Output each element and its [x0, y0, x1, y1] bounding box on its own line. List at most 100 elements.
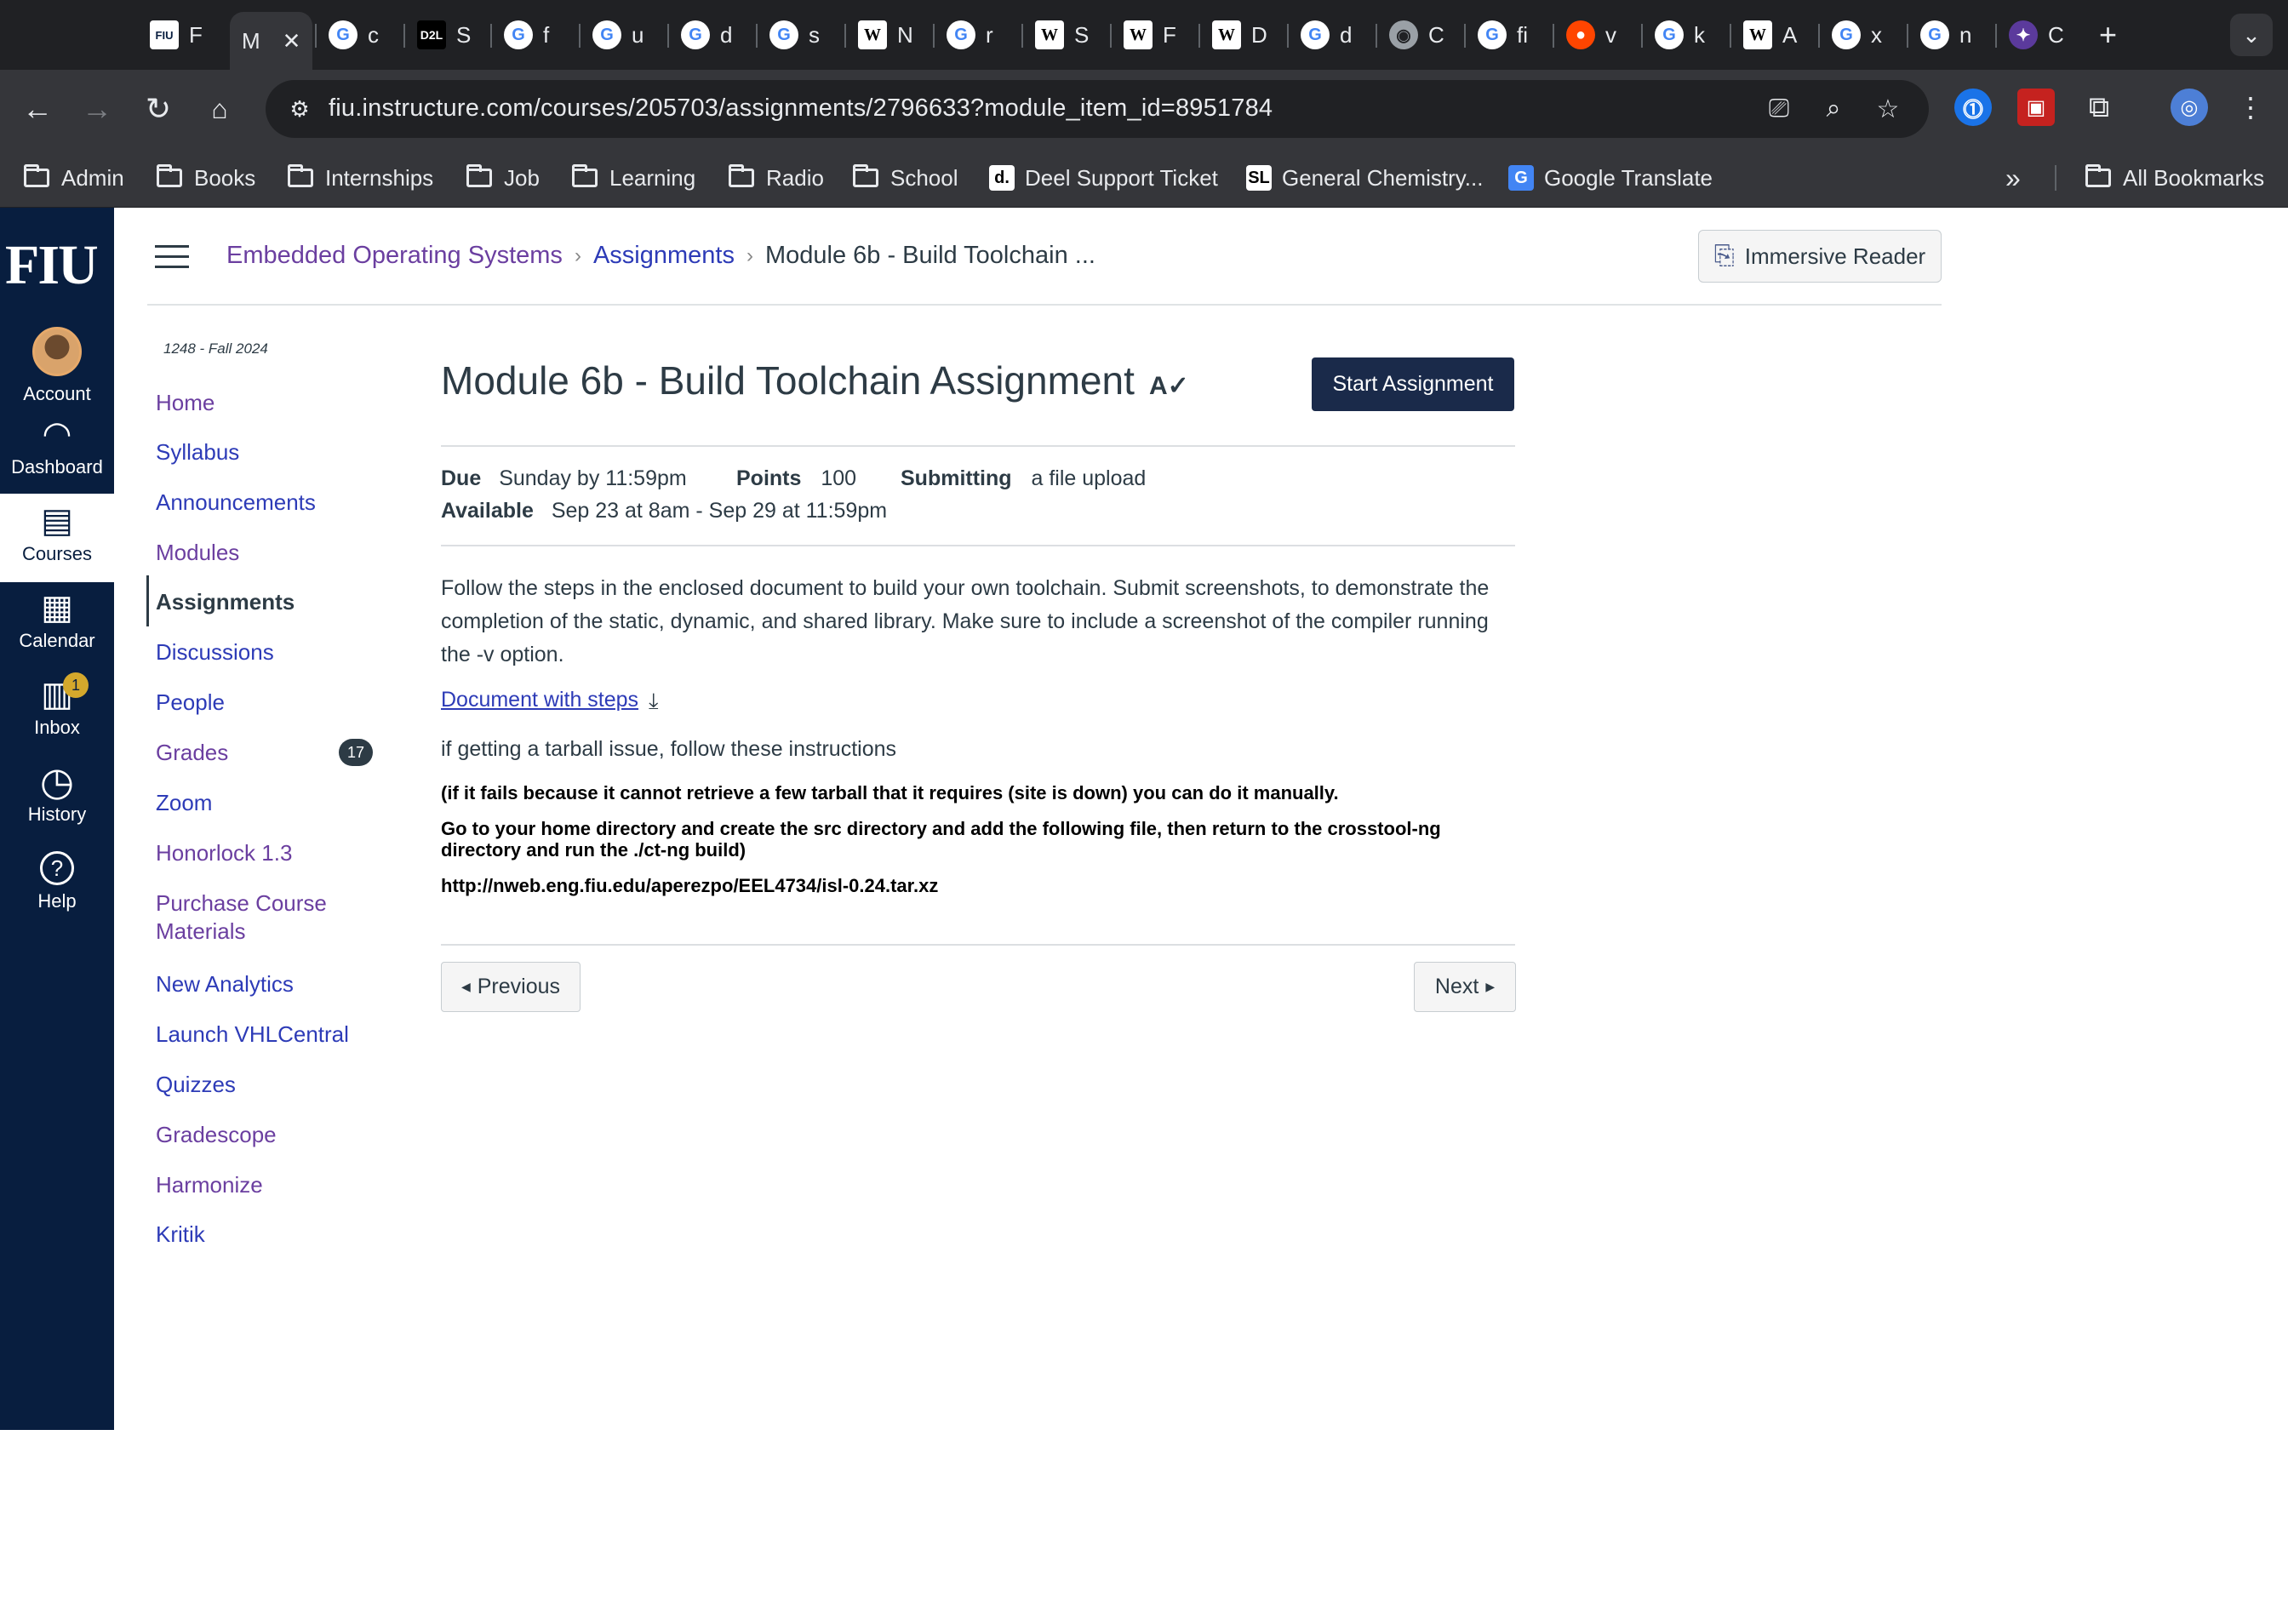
back-icon[interactable]: ←	[17, 89, 58, 129]
browser-tab[interactable]: M ✕	[230, 12, 313, 70]
tab-title: c	[368, 21, 379, 48]
browser-tab[interactable]: Gr	[947, 14, 993, 56]
browser-tab[interactable]: Gfi	[1478, 14, 1528, 56]
tab-title: n	[1959, 21, 1972, 48]
folder-icon	[729, 164, 754, 187]
global-nav-history[interactable]: ◷ History	[0, 759, 114, 844]
browser-tab[interactable]: WA	[1743, 14, 1797, 56]
browser-tab[interactable]: Gk	[1655, 14, 1705, 56]
document-link[interactable]: Document with steps	[441, 688, 638, 712]
bookmark-star-icon[interactable]: ☆	[1871, 92, 1905, 126]
tab-close-icon[interactable]: ✕	[283, 28, 301, 54]
breadcrumb-course[interactable]: Embedded Operating Systems	[226, 242, 563, 270]
forward-icon[interactable]: →	[77, 89, 117, 129]
tab-title: s	[809, 21, 820, 48]
course-nav-syllabus[interactable]: Syllabus	[156, 439, 239, 466]
course-nav-quizzes[interactable]: Quizzes	[156, 1072, 236, 1098]
url-text[interactable]: fiu.instructure.com/courses/205703/assig…	[329, 94, 1273, 123]
download-icon[interactable]: ⤓	[649, 688, 659, 715]
home-icon[interactable]: ⌂	[199, 89, 240, 129]
extensions-puzzle-icon[interactable]: ⧉	[2080, 89, 2118, 126]
browser-tab[interactable]: D2L S	[417, 14, 471, 56]
all-bookmarks[interactable]: All Bookmarks	[2085, 162, 2264, 194]
install-app-icon[interactable]: ⎚	[1762, 92, 1796, 126]
course-nav-new-analytics[interactable]: New Analytics	[156, 971, 294, 998]
bookmark-admin[interactable]: Admin	[24, 162, 124, 194]
breadcrumb-assignments[interactable]: Assignments	[593, 242, 735, 270]
global-nav-label: Dashboard	[11, 456, 103, 477]
browser-tab[interactable]: WD	[1212, 14, 1267, 56]
reload-icon[interactable]: ↻	[138, 89, 179, 129]
browser-tab[interactable]: WN	[858, 14, 913, 56]
course-nav-announcements[interactable]: Announcements	[156, 489, 316, 516]
collapse-nav-icon[interactable]: ⇤	[34, 1588, 60, 1624]
tab-separator	[1995, 24, 1997, 48]
profile-icon[interactable]: ◎	[2171, 89, 2208, 126]
browser-tab[interactable]: Gs	[769, 14, 820, 56]
global-nav-courses[interactable]: ▤ Courses	[0, 494, 114, 582]
browser-tab[interactable]: ◉ C	[1389, 14, 1444, 56]
bookmark-internships[interactable]: Internships	[288, 162, 433, 194]
course-nav-people[interactable]: People	[156, 689, 225, 716]
bookmark-label: Learning	[609, 164, 696, 191]
course-nav-home[interactable]: Home	[156, 390, 214, 416]
site-info-icon[interactable]: ⚙	[283, 92, 317, 126]
global-nav-inbox[interactable]: ▥ Inbox 1	[0, 672, 114, 758]
course-nav-assignments[interactable]: Assignments	[156, 589, 295, 615]
global-nav-calendar[interactable]: ▦ Calendar	[0, 586, 114, 671]
inbox-unread-badge: 1	[63, 672, 89, 698]
global-nav-dashboard[interactable]: ◠ Dashboard	[0, 412, 114, 497]
zoom-icon[interactable]: ⌕	[1816, 92, 1850, 126]
browser-tab[interactable]: ● v	[1566, 14, 1616, 56]
browser-tab[interactable]: Gd	[681, 14, 732, 56]
browser-tab[interactable]: Gx	[1832, 14, 1882, 56]
browser-tab[interactable]: Gu	[592, 14, 644, 56]
bookmark-learning[interactable]: Learning	[572, 162, 695, 194]
global-nav-account[interactable]: Account	[0, 327, 114, 412]
bookmark-school[interactable]: School	[853, 162, 958, 194]
course-nav-grades[interactable]: Grades	[156, 740, 228, 766]
browser-tab[interactable]: Gc	[329, 14, 379, 56]
course-nav-zoom[interactable]: Zoom	[156, 790, 212, 816]
courses-icon: ▤	[41, 502, 73, 540]
browser-tab[interactable]: ✦ C	[2009, 14, 2064, 56]
browser-tab[interactable]: Gn	[1920, 14, 1971, 56]
password-manager-extension-icon[interactable]: ⓵	[1954, 89, 1992, 126]
course-nav-harmonize[interactable]: Harmonize	[156, 1172, 263, 1198]
bookmark-job[interactable]: Job	[466, 162, 540, 194]
bookmark-google-translate[interactable]: G Google Translate	[1508, 162, 1713, 194]
fiu-logo[interactable]: FIU	[5, 233, 99, 298]
more-bookmarks-icon[interactable]: »	[2005, 162, 2021, 194]
tarball-url: http://nweb.eng.fiu.edu/aperezpo/EEL4734…	[441, 875, 939, 896]
bookmark-label: Books	[194, 164, 256, 191]
course-nav-discussions[interactable]: Discussions	[156, 639, 274, 666]
global-nav-help[interactable]: ? Help	[0, 846, 114, 931]
bookmark-radio[interactable]: Radio	[729, 162, 824, 194]
red-extension-icon[interactable]: ▣	[2017, 89, 2055, 126]
browser-tab[interactable]: WS	[1035, 14, 1089, 56]
bookmark-general-chemistry[interactable]: SL General Chemistry...	[1246, 162, 1483, 194]
course-nav-honorlock-1-3[interactable]: Honorlock 1.3	[156, 840, 292, 866]
start-assignment-button[interactable]: Start Assignment	[1312, 357, 1514, 411]
browser-tab[interactable]: WF	[1124, 14, 1176, 56]
tab-title: u	[632, 21, 644, 48]
immersive-reader-button[interactable]: ⎘ Immersive Reader	[1698, 230, 1942, 283]
browser-tab[interactable]: Gf	[504, 14, 549, 56]
tab-search-icon[interactable]: ⌄	[2230, 14, 2273, 56]
new-tab-icon[interactable]: +	[2099, 14, 2117, 56]
course-nav-gradescope[interactable]: Gradescope	[156, 1122, 277, 1148]
course-nav-purchase-course-materials[interactable]: Purchase Course Materials	[156, 889, 343, 946]
next-button[interactable]: Next ▶	[1414, 962, 1516, 1012]
address-bar[interactable]: ⚙ fiu.instructure.com/courses/205703/ass…	[266, 80, 1929, 138]
browser-tab[interactable]: FIU F	[150, 14, 203, 56]
browser-menu-icon[interactable]: ⋮	[2232, 89, 2269, 126]
bookmark-books[interactable]: Books	[157, 162, 255, 194]
accessibility-text-icon[interactable]: A✓	[1149, 371, 1189, 401]
course-nav-launch-vhlcentral[interactable]: Launch VHLCentral	[156, 1021, 349, 1048]
course-nav-modules[interactable]: Modules	[156, 540, 239, 566]
bookmark-deel-support-ticket[interactable]: d. Deel Support Ticket	[989, 162, 1218, 194]
previous-button[interactable]: ◀ Previous	[441, 962, 581, 1012]
course-nav-kritik[interactable]: Kritik	[156, 1221, 205, 1248]
course-menu-toggle-icon[interactable]	[155, 245, 189, 271]
browser-tab[interactable]: Gd	[1301, 14, 1352, 56]
